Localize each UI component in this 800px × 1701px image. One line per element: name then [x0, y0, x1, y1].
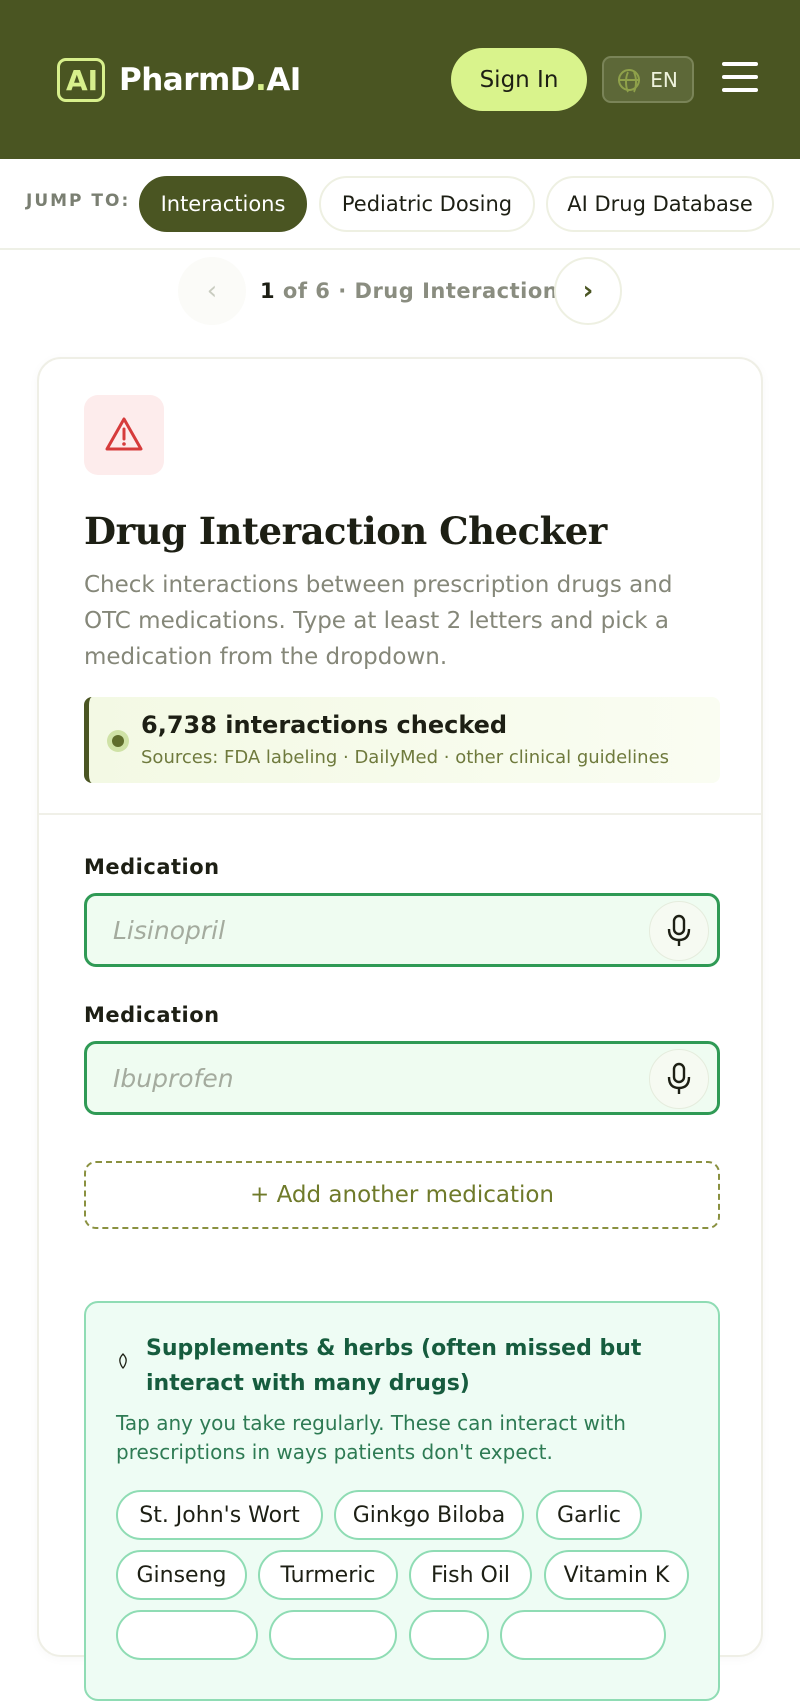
medication-label-2: Medication	[84, 1003, 220, 1027]
language-label: EN	[650, 67, 678, 92]
supplements-panel: Supplements & herbs (often missed but in…	[84, 1301, 720, 1701]
stats-count: 6,738 interactions checked	[141, 711, 508, 739]
tab-ai-drug-database[interactable]: AI Drug Database	[546, 176, 774, 232]
jump-to-label: JUMP TO:	[26, 191, 131, 211]
supplement-chip[interactable]	[269, 1610, 397, 1660]
warning-triangle-icon	[84, 395, 164, 475]
supplement-chip[interactable]: Vitamin K	[544, 1550, 689, 1600]
chevron-right-icon[interactable]: ›	[554, 257, 622, 325]
medication-label-1: Medication	[84, 855, 220, 879]
medication-input-1[interactable]	[113, 910, 613, 950]
logo[interactable]: AI PharmD.AI	[57, 58, 301, 102]
microphone-icon[interactable]	[649, 901, 709, 961]
medication-field-1	[84, 893, 720, 967]
add-medication-button[interactable]: + Add another medication	[84, 1161, 720, 1229]
interaction-checker-card: Drug Interaction Checker Check interacti…	[37, 357, 763, 1701]
card-description: Check interactions between prescription …	[84, 572, 673, 670]
globe-icon	[618, 68, 641, 95]
supplement-chip[interactable]: St. John's Wort	[116, 1490, 323, 1540]
supplements-description: Tap any you take regularly. These can in…	[116, 1411, 626, 1464]
supplement-chip[interactable]: Ginkgo Biloba	[334, 1490, 524, 1540]
supplement-chip[interactable]	[409, 1610, 489, 1660]
pager-status: 1 of 6 · Drug Interactions	[260, 279, 572, 303]
supplements-title: Supplements & herbs (often missed but in…	[146, 1336, 642, 1396]
tab-interactions[interactable]: Interactions	[139, 176, 307, 232]
medication-field-2	[84, 1041, 720, 1115]
card-title: Drug Interaction Checker	[84, 509, 607, 553]
supplement-chip[interactable]	[500, 1610, 666, 1660]
language-selector[interactable]: EN	[602, 56, 694, 103]
chevron-left-icon[interactable]: ‹	[178, 257, 246, 325]
logo-text: PharmD.AI	[119, 62, 301, 98]
herb-icon	[119, 1353, 127, 1369]
status-dot-icon	[107, 730, 129, 752]
stats-banner: 6,738 interactions checked Sources: FDA …	[84, 697, 720, 783]
supplement-chip[interactable]: Ginseng	[116, 1550, 247, 1600]
supplement-chip[interactable]	[116, 1610, 258, 1660]
jump-to-bar: JUMP TO: Interactions Pediatric Dosing A…	[0, 159, 800, 250]
supplement-chip[interactable]: Garlic	[536, 1490, 642, 1540]
medication-input-2[interactable]	[113, 1058, 613, 1098]
stats-sources: Sources: FDA labeling · DailyMed · other…	[141, 747, 670, 768]
hamburger-menu-icon[interactable]	[722, 62, 758, 92]
divider	[39, 813, 761, 815]
logo-mark-icon: AI	[57, 58, 105, 102]
top-header: AI PharmD.AI Sign In EN	[0, 0, 800, 159]
tab-pediatric-dosing[interactable]: Pediatric Dosing	[319, 176, 535, 232]
supplement-chip[interactable]: Turmeric	[258, 1550, 398, 1600]
sign-in-button[interactable]: Sign In	[451, 48, 587, 111]
supplement-chip[interactable]: Fish Oil	[409, 1550, 532, 1600]
microphone-icon[interactable]	[649, 1049, 709, 1109]
